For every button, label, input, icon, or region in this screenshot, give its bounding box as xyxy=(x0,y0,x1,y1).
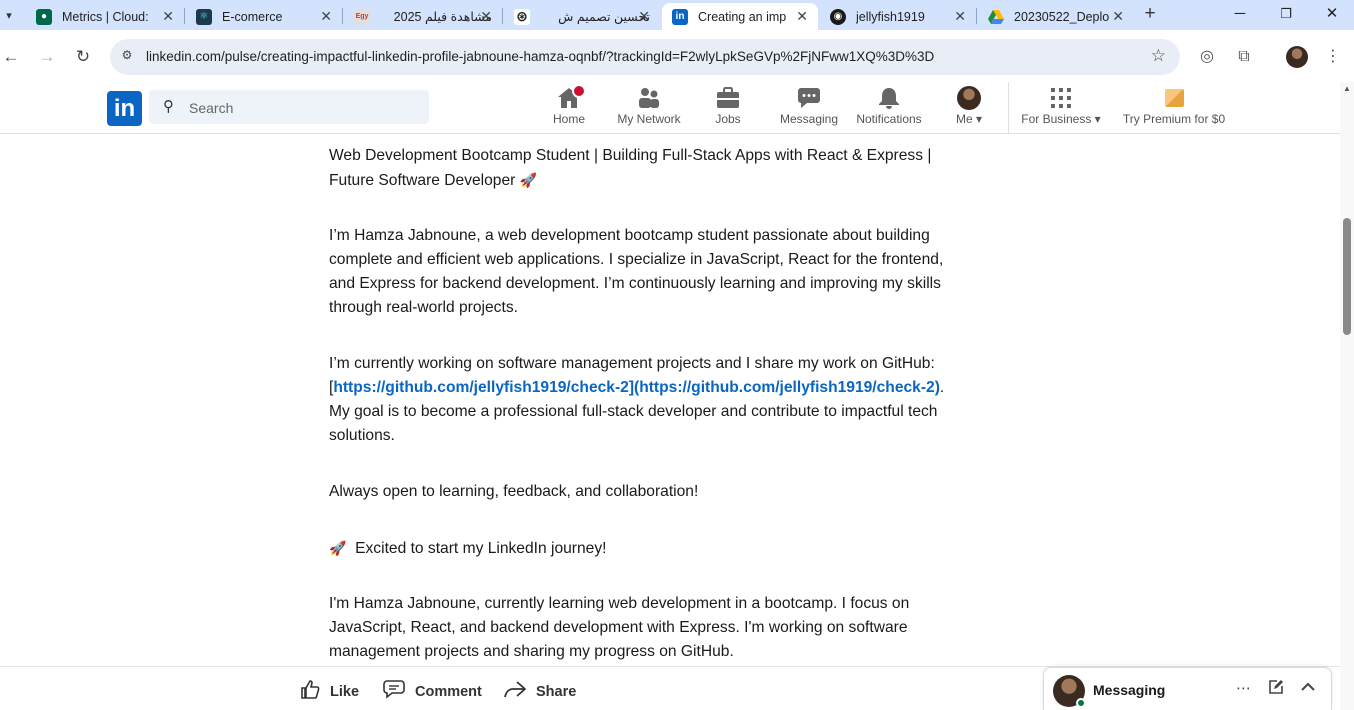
scroll-up-arrow-icon[interactable]: ▲ xyxy=(1342,84,1352,93)
article-paragraph: Always open to learning, feedback, and c… xyxy=(329,483,699,500)
github-icon: ◉ xyxy=(830,8,846,25)
nav-my-network[interactable]: My Network xyxy=(614,86,684,130)
extensions-puzzle-icon[interactable]: ⧉ xyxy=(1233,46,1255,68)
url-text[interactable]: linkedin.com/pulse/creating-impactful-li… xyxy=(146,49,934,64)
more-options-ellipsis-icon[interactable]: ⋯ xyxy=(1236,679,1251,697)
bookmark-star-icon[interactable]: ☆ xyxy=(1151,46,1166,66)
people-icon xyxy=(636,86,662,110)
linkedin-global-nav: in ⚲ Search Home My Network Jobs Messagi… xyxy=(0,82,1340,134)
google-drive-icon xyxy=(988,9,1004,25)
site-favicon-icon: Egy xyxy=(354,8,370,25)
online-status-dot xyxy=(1076,698,1086,708)
compose-message-icon[interactable] xyxy=(1268,679,1284,699)
react-atom-icon: ⚛ xyxy=(196,8,212,25)
linkedin-logo[interactable]: in xyxy=(107,91,142,126)
chat-bubble-icon xyxy=(796,86,822,110)
address-bar[interactable]: ⚙ linkedin.com/pulse/creating-impactful-… xyxy=(110,39,1180,75)
like-button[interactable]: Like xyxy=(300,679,359,704)
close-tab-icon[interactable]: ✕ xyxy=(162,8,174,25)
profile-avatar[interactable] xyxy=(1286,46,1308,68)
rocket-emoji-icon: 🚀 xyxy=(519,172,538,188)
tab-search-chevron-icon[interactable]: ▾ xyxy=(0,4,18,26)
chevron-up-icon[interactable] xyxy=(1300,679,1316,699)
notification-dot-badge xyxy=(572,84,586,98)
messaging-title: Messaging xyxy=(1093,682,1166,698)
premium-icon xyxy=(1164,89,1184,107)
search-icon: ⚲ xyxy=(163,98,174,115)
article-paragraph: I'm Hamza Jabnoune, currently learning w… xyxy=(329,595,910,660)
close-tab-icon[interactable]: ✕ xyxy=(638,8,650,25)
reload-icon[interactable]: ↻ xyxy=(72,46,94,68)
browser-tab-github[interactable]: ◉ jellyfish1919 ✕ xyxy=(820,3,976,30)
nav-me[interactable]: Me ▾ xyxy=(951,86,987,130)
browser-toolbar: ← → ↻ ⚙ linkedin.com/pulse/creating-impa… xyxy=(0,30,1354,82)
close-tab-icon[interactable]: ✕ xyxy=(480,8,492,25)
browser-tabstrip: ▾ ● Metrics | Cloud: ✕ ⚛ E-comerce ✕ Egy… xyxy=(0,0,1354,30)
messaging-overlay-bar[interactable]: Messaging ⋯ xyxy=(1043,667,1332,710)
nav-jobs[interactable]: Jobs xyxy=(710,86,746,130)
browser-tab-chatgpt[interactable]: ⊛ تحسين تصميم ش ✕ xyxy=(504,3,660,30)
browser-tab-metrics[interactable]: ● Metrics | Cloud: ✕ xyxy=(26,3,184,30)
share-button[interactable]: Share xyxy=(504,679,576,704)
close-tab-icon[interactable]: ✕ xyxy=(796,8,808,25)
page-scrollbar[interactable]: ▲ xyxy=(1340,82,1354,710)
search-placeholder: Search xyxy=(189,100,234,116)
browser-menu-kebab-icon[interactable]: ⋮ xyxy=(1322,46,1344,68)
article-paragraph: Web Development Bootcamp Student | Build… xyxy=(329,144,969,193)
restore-window-icon[interactable]: ❐ xyxy=(1276,4,1296,24)
home-icon xyxy=(556,84,586,110)
article-paragraph: I’m currently working on software manage… xyxy=(329,355,945,444)
extension-eye-icon[interactable]: ◎ xyxy=(1196,46,1218,68)
rocket-emoji-icon: 🚀 xyxy=(329,540,347,556)
bell-icon xyxy=(876,86,902,110)
briefcase-icon xyxy=(715,86,741,110)
me-avatar xyxy=(957,86,981,110)
article-paragraph: 🚀 Excited to start my LinkedIn journey! xyxy=(329,536,969,561)
nav-try-premium[interactable]: Try Premium for $0 xyxy=(1122,86,1226,130)
minimize-window-icon[interactable]: ─ xyxy=(1230,4,1250,24)
caret-down-icon: ▾ xyxy=(1094,112,1101,126)
close-window-icon[interactable]: ✕ xyxy=(1322,4,1342,24)
browser-tab-linkedin-active[interactable]: in Creating an imp ✕ xyxy=(662,3,818,30)
browser-tab-drive[interactable]: 20230522_Deplo ✕ xyxy=(978,3,1134,30)
mongodb-leaf-icon: ● xyxy=(36,8,52,25)
close-tab-icon[interactable]: ✕ xyxy=(320,8,332,25)
back-arrow-icon[interactable]: ← xyxy=(0,46,22,68)
scrollbar-thumb[interactable] xyxy=(1343,218,1351,335)
nav-messaging[interactable]: Messaging xyxy=(778,86,840,130)
close-tab-icon[interactable]: ✕ xyxy=(954,8,966,25)
thumbs-up-icon xyxy=(300,679,320,704)
chatgpt-icon: ⊛ xyxy=(514,8,530,25)
browser-tab-movie[interactable]: Egy مشاهدة فيلم 2025 ✕ xyxy=(344,3,502,30)
nav-home[interactable]: Home xyxy=(548,84,590,130)
nav-notifications[interactable]: Notifications xyxy=(854,86,924,130)
comment-button[interactable]: Comment xyxy=(383,679,482,704)
comment-bubble-icon xyxy=(383,679,405,704)
caret-down-icon: ▾ xyxy=(975,112,983,126)
article-body: Web Development Bootcamp Student | Build… xyxy=(329,134,979,664)
new-tab-plus-icon[interactable]: + xyxy=(1140,4,1160,24)
forward-arrow-icon[interactable]: → xyxy=(36,46,58,68)
search-input[interactable]: ⚲ Search xyxy=(149,90,429,124)
site-info-tune-icon[interactable]: ⚙ xyxy=(118,48,136,66)
nav-for-business[interactable]: For Business ▾ xyxy=(1020,86,1102,130)
close-tab-icon[interactable]: ✕ xyxy=(1112,8,1124,25)
grid-apps-icon xyxy=(1048,86,1074,110)
article-paragraph: I’m Hamza Jabnoune, a web development bo… xyxy=(329,227,944,316)
browser-tab-ecomerce[interactable]: ⚛ E-comerce ✕ xyxy=(186,3,342,30)
share-arrow-icon xyxy=(504,679,526,704)
github-link[interactable]: https://github.com/jellyfish1919/check-2… xyxy=(333,379,940,396)
linkedin-icon: in xyxy=(672,8,688,25)
